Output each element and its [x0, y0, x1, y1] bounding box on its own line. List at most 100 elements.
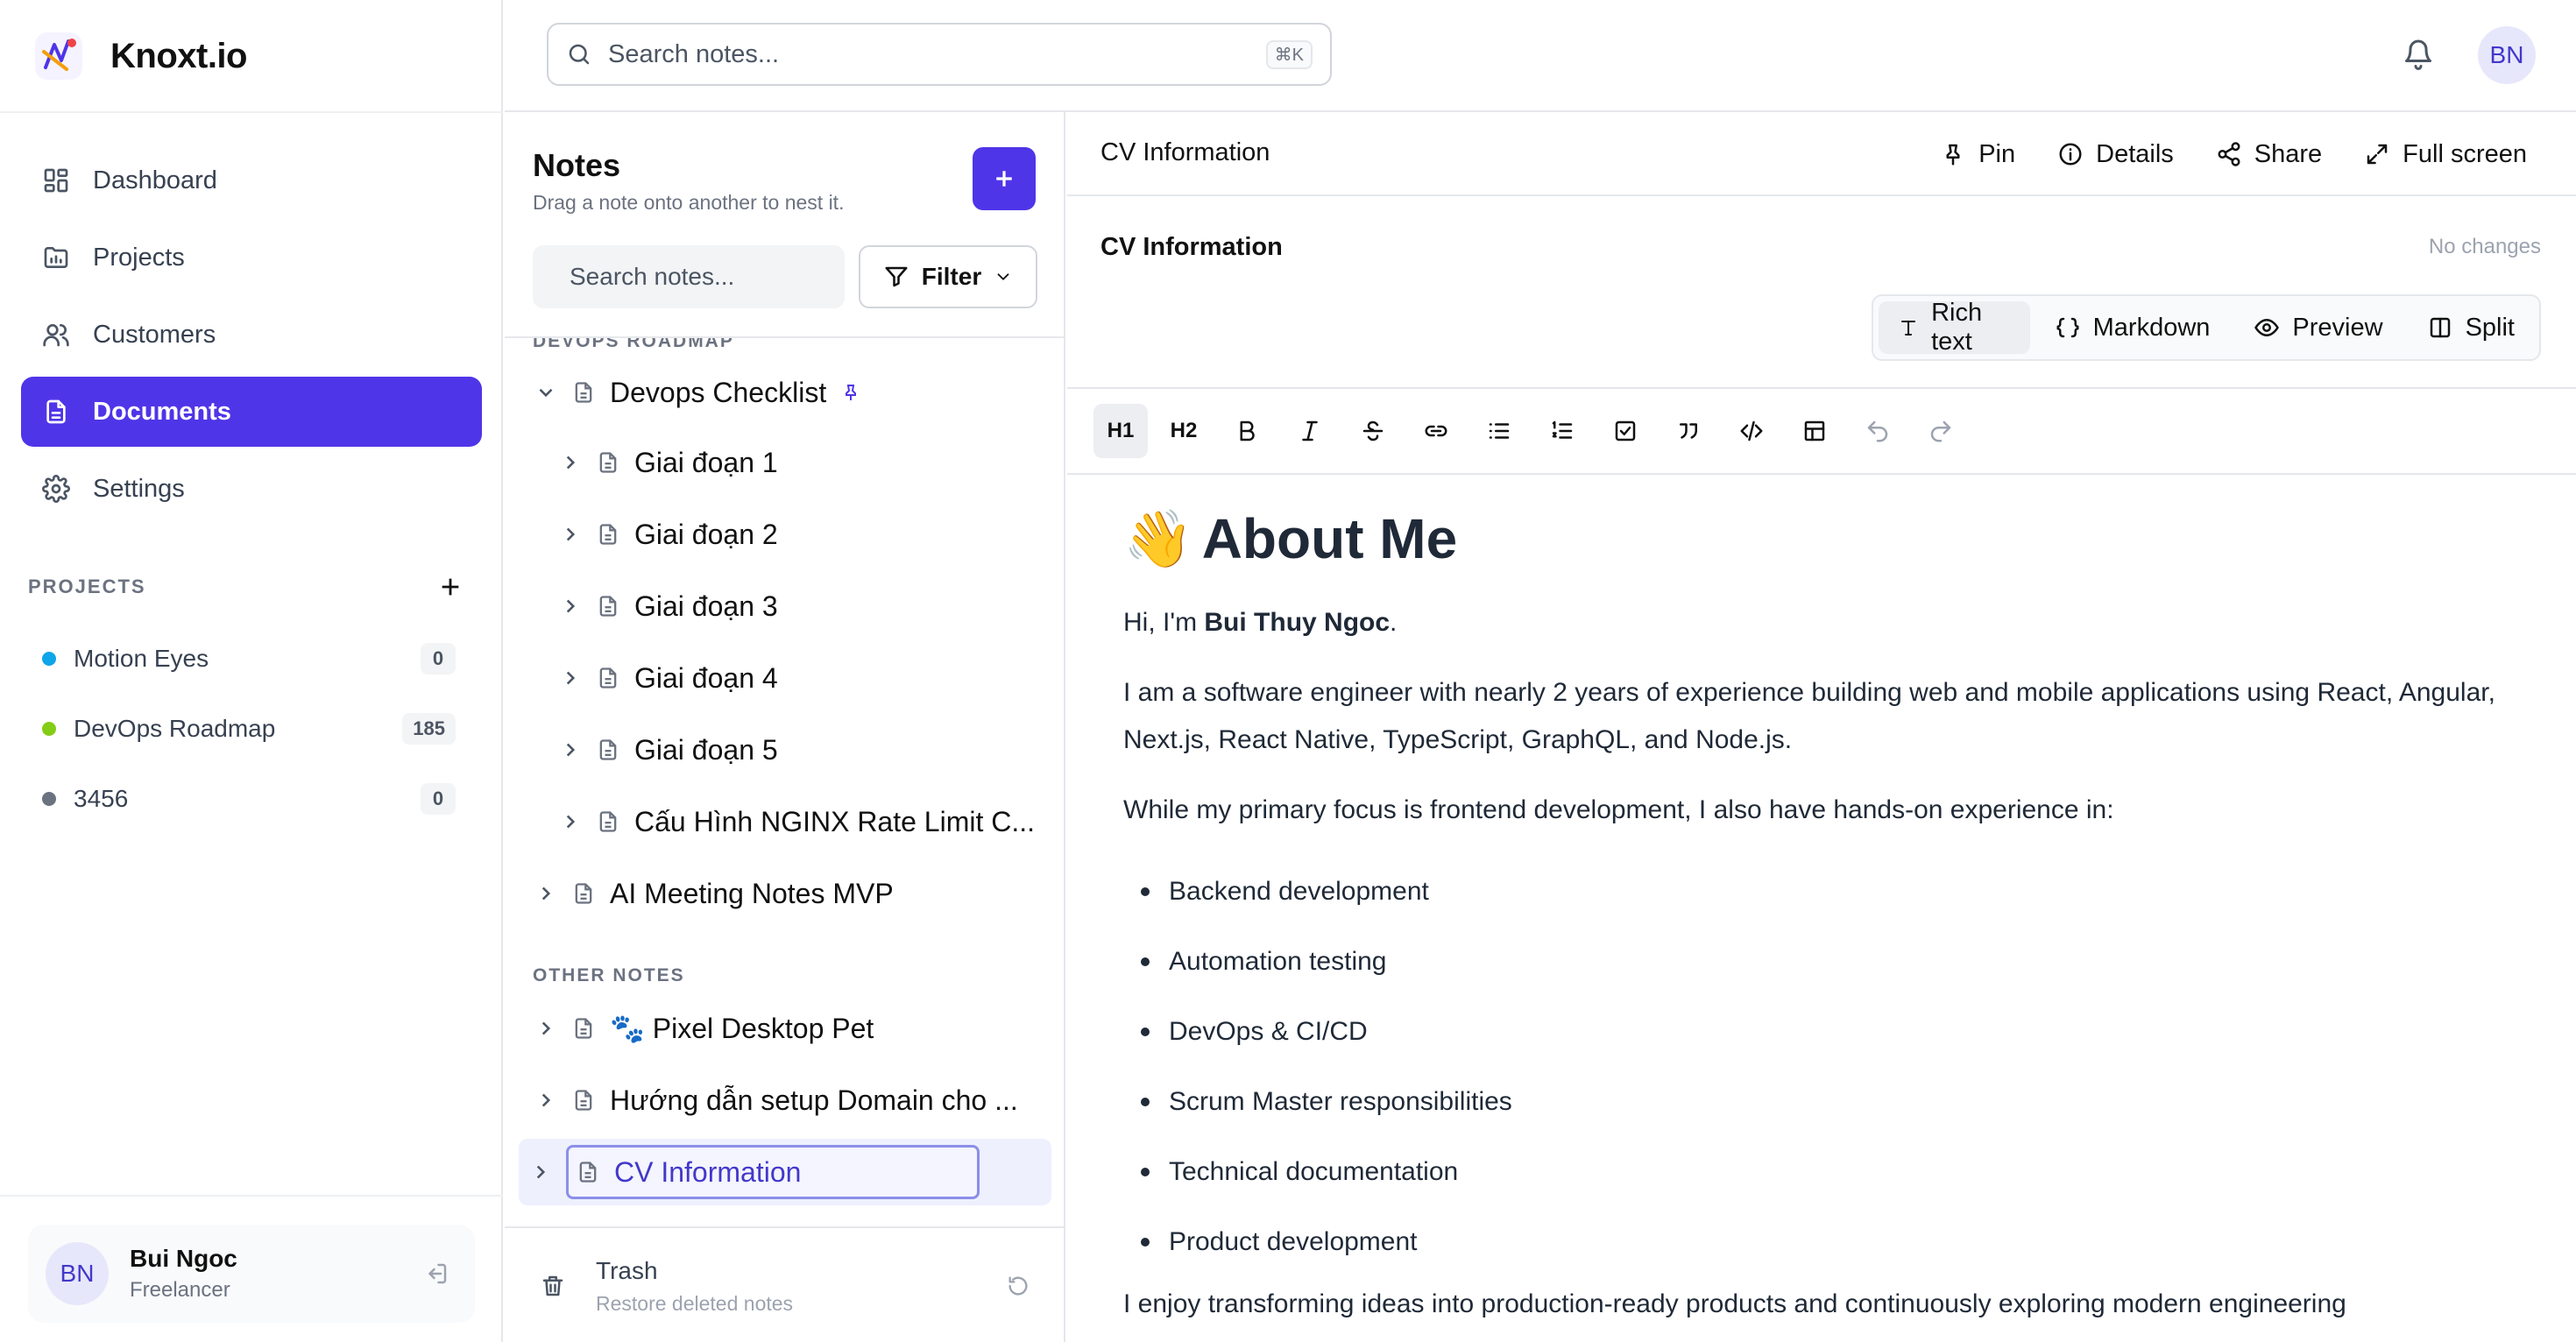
- tree-node-cv-information[interactable]: CV Information: [519, 1139, 1051, 1205]
- plus-icon: [996, 171, 1012, 187]
- bullet-list-button[interactable]: [1472, 404, 1526, 458]
- top-bar: ⌘K BN: [505, 0, 2576, 112]
- project-name: DevOps Roadmap: [74, 715, 276, 742]
- tree-node-giai-doan-4[interactable]: Giai đoạn 4: [559, 650, 778, 706]
- project-item-3456[interactable]: 3456 0: [28, 764, 463, 834]
- tree-node-label: Giai đoạn 5: [634, 733, 778, 766]
- save-status: No changes: [2428, 235, 2541, 258]
- search-icon: [569, 44, 590, 65]
- restore-icon[interactable]: [1006, 1274, 1030, 1298]
- numbered-list-button[interactable]: [1535, 404, 1589, 458]
- divider: [0, 1195, 503, 1197]
- gear-icon: [42, 475, 70, 503]
- project-item-devops-roadmap[interactable]: DevOps Roadmap 185: [28, 694, 463, 764]
- content-heading: 👋 About Me: [1123, 501, 2534, 576]
- hi-suffix: .: [1390, 608, 1398, 637]
- mode-markdown[interactable]: Markdown: [2035, 301, 2230, 354]
- table-button[interactable]: [1787, 404, 1842, 458]
- filter-button[interactable]: Filter: [859, 245, 1037, 308]
- chevron-right-icon[interactable]: [529, 1161, 552, 1183]
- global-search-input[interactable]: [608, 39, 1250, 69]
- project-name: Motion Eyes: [74, 645, 209, 672]
- pin-button[interactable]: Pin: [1940, 140, 2015, 169]
- quote-button[interactable]: [1661, 404, 1716, 458]
- chevron-right-icon[interactable]: [559, 595, 582, 618]
- project-color-dot: [42, 652, 56, 666]
- add-note-button[interactable]: [973, 147, 1036, 210]
- chevron-right-icon[interactable]: [559, 667, 582, 689]
- bell-icon[interactable]: [2403, 39, 2434, 70]
- trash-item[interactable]: Trash Restore deleted notes: [540, 1251, 1030, 1321]
- chevron-right-icon[interactable]: [559, 451, 582, 474]
- document-icon: [599, 811, 617, 832]
- tree-node-label: Giai đoạn 1: [634, 446, 778, 478]
- editor-actions: Pin Details Share Full screen: [1940, 131, 2527, 177]
- fullscreen-label: Full screen: [2403, 139, 2527, 168]
- list-item: Technical documentation: [1123, 1137, 2534, 1207]
- nav-item-dashboard[interactable]: Dashboard: [21, 145, 482, 215]
- chevron-right-icon[interactable]: [559, 810, 582, 833]
- logout-button[interactable]: [419, 1256, 454, 1291]
- chevron-right-icon[interactable]: [534, 1017, 557, 1040]
- heading-1-button[interactable]: H1: [1093, 404, 1148, 458]
- logout-icon: [428, 1263, 447, 1284]
- tree-node-giai-doan-3[interactable]: Giai đoạn 3: [559, 578, 778, 634]
- tree-node-label: CV Information: [614, 1155, 802, 1188]
- wave-emoji: 👋: [1123, 506, 1193, 570]
- document-content[interactable]: 👋 About Me Hi, I'm Bui Thuy Ngoc. I am a…: [1123, 501, 2534, 1328]
- mode-label: Preview: [2292, 313, 2383, 342]
- tree-node-giai-doan-2[interactable]: Giai đoạn 2: [559, 506, 778, 562]
- code-button[interactable]: [1724, 404, 1779, 458]
- add-project-button[interactable]: [435, 571, 466, 603]
- project-color-dot: [42, 792, 56, 806]
- details-button[interactable]: Details: [2057, 140, 2174, 169]
- nav-item-label: Settings: [93, 474, 185, 503]
- project-item-motion-eyes[interactable]: Motion Eyes 0: [28, 624, 463, 694]
- link-button[interactable]: [1409, 404, 1463, 458]
- notes-search[interactable]: [533, 245, 886, 308]
- tree-node-pixel-desktop-pet[interactable]: 🐾 Pixel Desktop Pet: [534, 1000, 874, 1056]
- bold-button[interactable]: [1220, 404, 1274, 458]
- document-title[interactable]: CV Information: [1100, 233, 1283, 262]
- avatar[interactable]: BN: [2478, 26, 2536, 84]
- chevron-right-icon[interactable]: [559, 738, 582, 761]
- nav-item-customers[interactable]: Customers: [21, 300, 482, 370]
- task-list-button[interactable]: [1598, 404, 1652, 458]
- tree-node-devops-checklist[interactable]: Devops Checklist: [534, 364, 861, 420]
- nav-item-projects[interactable]: Projects: [21, 222, 482, 293]
- selected-note-box: CV Information: [566, 1145, 980, 1199]
- italic-button[interactable]: [1283, 404, 1337, 458]
- document-icon: [599, 524, 617, 545]
- mode-preview[interactable]: Preview: [2234, 301, 2402, 354]
- tree-node-giai-doan-5[interactable]: Giai đoạn 5: [559, 722, 778, 778]
- mode-rich-text[interactable]: Rich text: [1879, 299, 2030, 356]
- heading-2-button[interactable]: H2: [1157, 404, 1211, 458]
- tree-node-setup-domain[interactable]: Hướng dẫn setup Domain cho ...: [534, 1072, 1051, 1128]
- chevron-right-icon[interactable]: [534, 1089, 557, 1112]
- undo-button[interactable]: [1851, 404, 1905, 458]
- fullscreen-button[interactable]: Full screen: [2364, 140, 2527, 169]
- share-button[interactable]: Share: [2216, 140, 2322, 169]
- brand[interactable]: Knoxt.io: [28, 26, 247, 86]
- projects-header: PROJECTS: [28, 571, 466, 603]
- strikethrough-button[interactable]: [1346, 404, 1400, 458]
- notes-search-input[interactable]: [570, 263, 886, 291]
- chevron-down-icon[interactable]: [534, 381, 557, 404]
- text-icon: [1901, 320, 1916, 336]
- global-search[interactable]: ⌘K: [547, 23, 1332, 86]
- tree-node-nginx-rate-limit[interactable]: Cấu Hình NGINX Rate Limit C...: [559, 794, 1058, 850]
- redo-button[interactable]: [1914, 404, 1968, 458]
- document-icon: [575, 1090, 592, 1111]
- chevron-right-icon[interactable]: [559, 523, 582, 546]
- nav-item-settings[interactable]: Settings: [21, 454, 482, 524]
- grid-icon: [44, 168, 68, 193]
- chevron-down-icon: [997, 273, 1009, 280]
- tree-node-ai-meeting-notes[interactable]: AI Meeting Notes MVP: [534, 865, 894, 922]
- editor: CV Information Pin Details Share Full sc…: [1067, 112, 2576, 1342]
- chevron-right-icon[interactable]: [534, 882, 557, 905]
- nav-item-documents[interactable]: Documents: [21, 377, 482, 447]
- mode-split[interactable]: Split: [2408, 301, 2534, 354]
- tree-node-giai-doan-1[interactable]: Giai đoạn 1: [559, 434, 778, 491]
- user-card[interactable]: BN Bui Ngoc Freelancer: [28, 1225, 475, 1323]
- hi-prefix: Hi, I'm: [1123, 608, 1205, 637]
